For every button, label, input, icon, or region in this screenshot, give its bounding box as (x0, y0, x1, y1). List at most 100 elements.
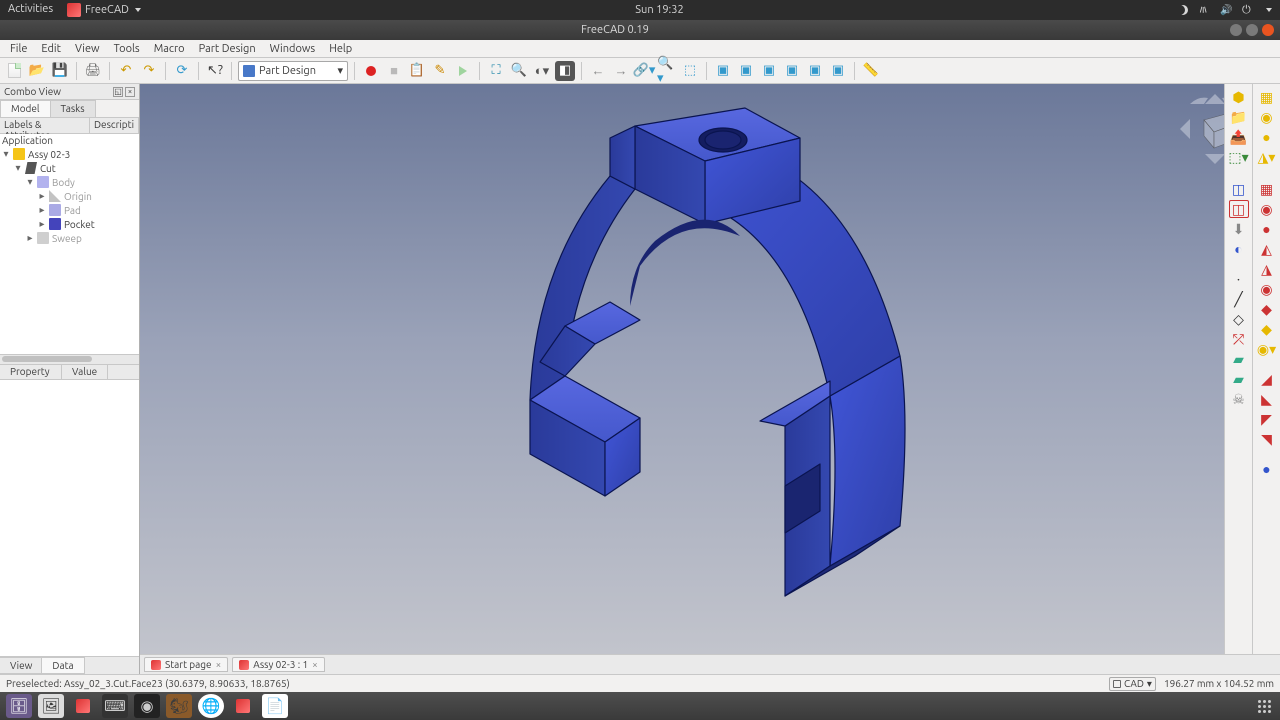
draw-style-button[interactable]: ◐▾ (532, 61, 552, 81)
app-menu[interactable]: FreeCAD (67, 3, 141, 17)
create-sketch-button[interactable]: ⬚▾ (1229, 148, 1249, 166)
menu-macro[interactable]: Macro (148, 41, 191, 57)
dock-files[interactable]: 🗄 (6, 694, 32, 718)
additive-box-button[interactable]: ▦ (1257, 88, 1277, 106)
dock-chrome[interactable]: 🌐 (198, 694, 224, 718)
tree-row-sweep[interactable]: ▸Sweep (0, 231, 139, 245)
thickness-button[interactable]: ◥ (1257, 430, 1277, 448)
new-file-button[interactable] (4, 61, 24, 81)
whats-this-button[interactable]: ↖? (205, 61, 225, 81)
macro-record-button[interactable] (361, 61, 381, 81)
menu-edit[interactable]: Edit (35, 41, 67, 57)
create-body-button[interactable]: ⬢ (1229, 88, 1249, 106)
pocket-button[interactable]: ◫ (1229, 200, 1249, 218)
dock-freecad1[interactable] (70, 694, 96, 718)
draft-button[interactable]: ◤ (1257, 410, 1277, 428)
close-tab-icon[interactable]: × (216, 659, 222, 670)
view-bottom-button[interactable]: ▣ (805, 61, 825, 81)
nav-back-button[interactable]: ← (588, 61, 608, 81)
power-icon[interactable] (1242, 4, 1254, 16)
dock-show-apps[interactable] (1254, 696, 1274, 716)
tab-view[interactable]: View (0, 657, 43, 674)
revolution-button[interactable]: ⬇ (1229, 220, 1249, 238)
tree-row-application[interactable]: Application (0, 134, 139, 147)
clock[interactable]: Sun 19:32 (141, 4, 1178, 16)
nav-forward-button[interactable]: → (611, 61, 631, 81)
tree-header-labels[interactable]: Labels & Attributes (0, 118, 90, 133)
activities-button[interactable]: Activities (8, 3, 53, 17)
pad-button[interactable]: ◫ (1229, 180, 1249, 198)
tab-tasks[interactable]: Tasks (50, 100, 96, 117)
tree-row-body[interactable]: ▾Body (0, 175, 139, 189)
macro-edit-button[interactable]: ✎ (430, 61, 450, 81)
groove-button[interactable]: ◐ (1229, 240, 1249, 258)
tree-row-origin[interactable]: ▸Origin (0, 189, 139, 203)
sub-cyl-button[interactable]: ◉ (1257, 200, 1277, 218)
window-minimize-button[interactable] (1230, 24, 1242, 36)
export-button[interactable]: 📤 (1229, 128, 1249, 146)
boolean-button[interactable]: ☠ (1229, 390, 1249, 408)
macro-list-button[interactable]: 📋 (407, 61, 427, 81)
doc-tab-start[interactable]: Start page × (144, 657, 228, 672)
datum-point-button[interactable]: · (1229, 270, 1249, 288)
combo-close-button[interactable]: × (125, 87, 135, 97)
close-tab-icon[interactable]: × (312, 659, 318, 670)
value-col-header[interactable]: Value (62, 365, 108, 379)
shapebinder-button[interactable]: ▰ (1229, 350, 1249, 368)
datum-plane-button[interactable]: ◇ (1229, 310, 1249, 328)
view-iso-button[interactable]: ⬚ (680, 61, 700, 81)
view-left-button[interactable]: ▣ (828, 61, 848, 81)
sub-prim2-button[interactable]: ◆ (1257, 320, 1277, 338)
dock-freecad2[interactable] (230, 694, 256, 718)
nav-style-badge[interactable]: CAD ▾ (1109, 677, 1156, 691)
additive-cyl-button[interactable]: ◉ (1257, 108, 1277, 126)
macro-stop-button[interactable]: ■ (384, 61, 404, 81)
night-mode-icon[interactable] (1178, 5, 1188, 15)
view-rear-button[interactable]: ▣ (782, 61, 802, 81)
menu-file[interactable]: File (4, 41, 33, 57)
view-front-button[interactable]: ▣ (713, 61, 733, 81)
fillet-button[interactable]: ◢ (1257, 370, 1277, 388)
mirror-button[interactable]: ● (1257, 460, 1277, 478)
additive-cone-button[interactable]: ◮▾ (1257, 148, 1277, 166)
print-button[interactable]: 🖨 (83, 61, 103, 81)
tree-row-document[interactable]: ▾Assy 02-3 (0, 147, 139, 161)
clone-button[interactable]: ▰ (1229, 370, 1249, 388)
dock-libreoffice[interactable]: 📄 (262, 694, 288, 718)
tree-row-pocket[interactable]: ▸Pocket (0, 217, 139, 231)
measure-button[interactable]: 📏 (861, 61, 881, 81)
volume-icon[interactable] (1220, 4, 1232, 16)
dock-app1[interactable]: 🐿 (166, 694, 192, 718)
sub-prim3-button[interactable]: ◉▾ (1257, 340, 1277, 358)
tree-header-description[interactable]: Descripti (90, 118, 139, 133)
view-top-button[interactable]: ▣ (736, 61, 756, 81)
create-group-button[interactable]: 📁 (1229, 108, 1249, 126)
chamfer-button[interactable]: ◣ (1257, 390, 1277, 408)
menu-windows[interactable]: Windows (264, 41, 322, 57)
macro-play-button[interactable] (453, 61, 473, 81)
sub-pipe-button[interactable]: ◮ (1257, 260, 1277, 278)
sub-helix-button[interactable]: ◉ (1257, 280, 1277, 298)
datum-line-button[interactable]: ╱ (1229, 290, 1249, 308)
sub-loft-button[interactable]: ◭ (1257, 240, 1277, 258)
fit-all-button[interactable]: ⛶ (486, 61, 506, 81)
open-file-button[interactable]: 📂 (27, 61, 47, 81)
tree-row-cut[interactable]: ▾Cut (0, 161, 139, 175)
3d-viewport[interactable]: z y ⬢ 📁 📤 ⬚▾ ◫ ◫ ⬇ ◐ · ╱ (140, 84, 1280, 654)
window-maximize-button[interactable] (1246, 24, 1258, 36)
dock-terminal[interactable]: ⌨ (102, 694, 128, 718)
property-col-header[interactable]: Property (0, 365, 62, 379)
menu-help[interactable]: Help (323, 41, 358, 57)
doc-tab-assy[interactable]: Assy 02-3 : 1 × (232, 657, 325, 672)
tab-model[interactable]: Model (0, 100, 51, 117)
model-tree[interactable]: Application ▾Assy 02-3 ▾Cut ▾Body ▸Origi… (0, 134, 139, 354)
datum-cs-button[interactable]: ⤱ (1229, 330, 1249, 348)
link-button[interactable]: 🔗▾ (634, 61, 654, 81)
undo-button[interactable]: ↶ (116, 61, 136, 81)
workbench-selector[interactable]: Part Design ▾ (238, 61, 348, 81)
dock-obs[interactable]: ◉ (134, 694, 160, 718)
redo-button[interactable]: ↷ (139, 61, 159, 81)
window-close-button[interactable] (1262, 24, 1274, 36)
menu-view[interactable]: View (69, 41, 106, 57)
zoom-button[interactable]: 🔍▾ (657, 61, 677, 81)
